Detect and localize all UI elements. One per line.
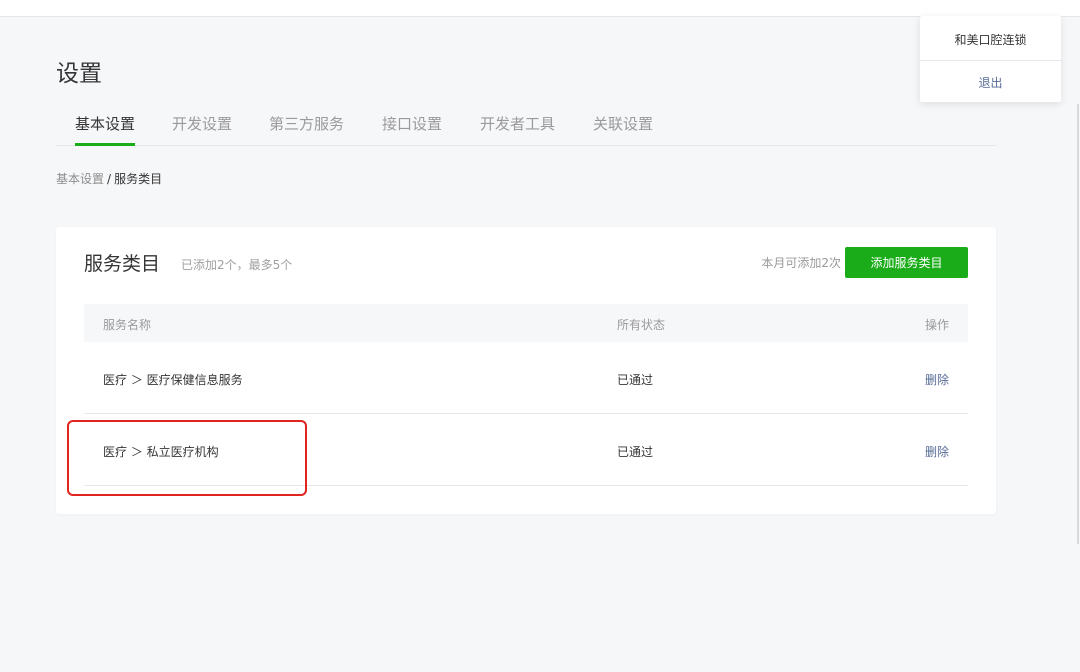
tab-interface-settings[interactable]: 接口设置 (382, 112, 442, 145)
account-name: 和美口腔连锁 (954, 33, 1027, 47)
top-bar (0, 0, 1080, 17)
service-name-cell: 医疗 ＞ 私立医疗机构 (103, 445, 219, 459)
column-header-service-name: 服务名称 (103, 318, 152, 332)
service-category-card: 服务类目 已添加2个，最多5个 本月可添加2次 添加服务类目 服务名称 所有状态… (56, 227, 996, 514)
breadcrumb: 基本设置 / 服务类目 (56, 170, 162, 187)
tab-linked-settings[interactable]: 关联设置 (593, 112, 653, 145)
scrollbar-edge[interactable] (1077, 104, 1079, 544)
logout-link[interactable]: 退出 (920, 74, 1061, 91)
tab-development-settings[interactable]: 开发设置 (172, 112, 232, 145)
tab-developer-tools[interactable]: 开发者工具 (480, 112, 555, 145)
account-dropdown-menu: 和美口腔连锁 退出 (920, 16, 1061, 102)
breadcrumb-separator: / (107, 172, 112, 186)
monthly-quota-text: 本月可添加2次 (761, 256, 841, 270)
breadcrumb-current: 服务类目 (114, 172, 163, 186)
column-header-status: 所有状态 (617, 318, 666, 332)
service-category-table: 服务名称 所有状态 操作 医疗 ＞ 医疗保健信息服务 已通过 删除 医疗 ＞ 私… (84, 304, 968, 486)
menu-divider (920, 60, 1061, 61)
add-service-category-button[interactable]: 添加服务类目 (845, 247, 968, 278)
status-cell: 已通过 (617, 445, 654, 459)
action-cell: 删除 (925, 443, 949, 460)
action-cell: 删除 (925, 371, 949, 388)
table-header: 服务名称 所有状态 操作 (84, 304, 968, 342)
page-title: 设置 (56, 61, 102, 87)
delete-link[interactable]: 删除 (925, 373, 949, 387)
table-row: 医疗 ＞ 私立医疗机构 已通过 删除 (84, 414, 968, 486)
column-header-actions: 操作 (924, 318, 949, 332)
settings-tabs: 基本设置 开发设置 第三方服务 接口设置 开发者工具 关联设置 (56, 112, 996, 146)
table-row: 医疗 ＞ 医疗保健信息服务 已通过 删除 (84, 342, 968, 414)
tab-basic-settings[interactable]: 基本设置 (75, 112, 136, 146)
breadcrumb-parent-link[interactable]: 基本设置 (56, 172, 104, 186)
card-title: 服务类目 (84, 253, 161, 275)
category-count-summary: 已添加2个，最多5个 (181, 258, 293, 272)
delete-link[interactable]: 删除 (925, 445, 949, 459)
tab-third-party-services[interactable]: 第三方服务 (269, 112, 344, 145)
status-cell: 已通过 (617, 373, 654, 387)
service-name-cell: 医疗 ＞ 医疗保健信息服务 (103, 373, 243, 387)
